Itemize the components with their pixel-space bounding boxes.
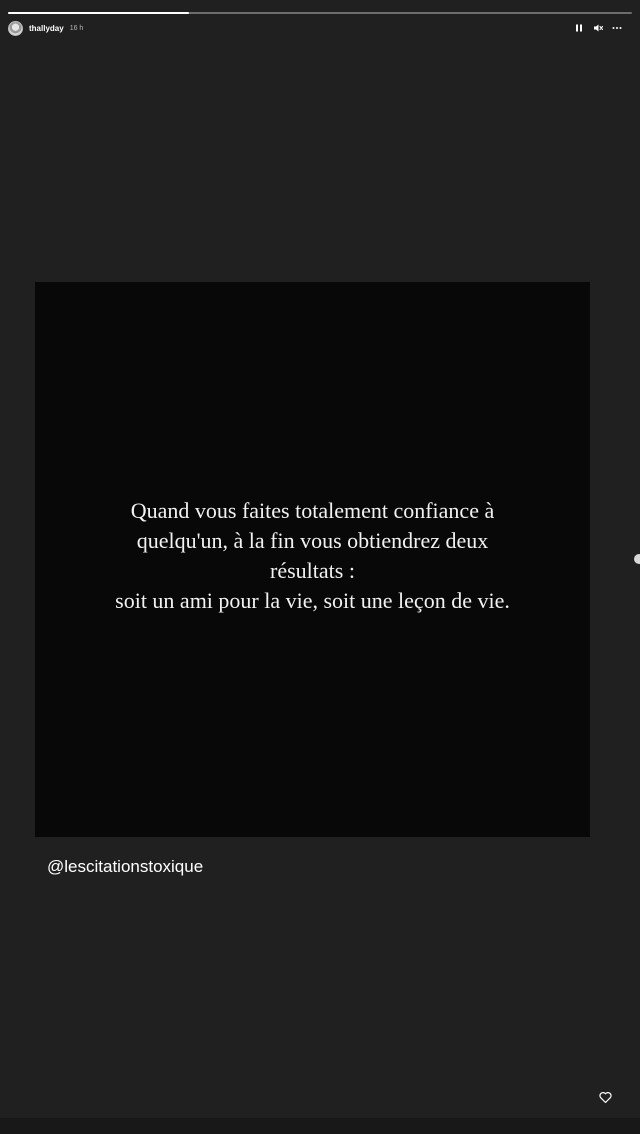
avatar[interactable]: [8, 20, 23, 36]
bottom-bar: [0, 1118, 640, 1134]
more-options-icon[interactable]: [612, 23, 622, 33]
volume-muted-icon[interactable]: [593, 23, 603, 33]
story-progress-fill: [8, 12, 189, 14]
mention-sticker[interactable]: @lescitationstoxique: [47, 857, 203, 877]
pause-icon[interactable]: [574, 23, 584, 33]
quote-text: Quand vous faites totalement confiance à…: [35, 496, 590, 616]
quote-line: résultats :: [270, 558, 355, 583]
story-header: thallyday 16 h: [8, 19, 632, 37]
quote-line: quelqu'un, à la fin vous obtiendrez deux: [136, 528, 489, 553]
story-progress-bar: [8, 12, 632, 14]
quote-line: Quand vous faites totalement confiance à: [130, 498, 495, 523]
quote-line: soit un ami pour la vie, soit une leçon …: [115, 588, 510, 613]
story-controls: [574, 23, 632, 33]
story-timestamp: 16 h: [69, 24, 84, 32]
story-viewer: thallyday 16 h Quand vous faites totalem…: [0, 0, 640, 1134]
chevron-right-icon[interactable]: [633, 553, 640, 565]
heart-icon[interactable]: [599, 1091, 612, 1104]
story-username[interactable]: thallyday: [29, 24, 64, 33]
